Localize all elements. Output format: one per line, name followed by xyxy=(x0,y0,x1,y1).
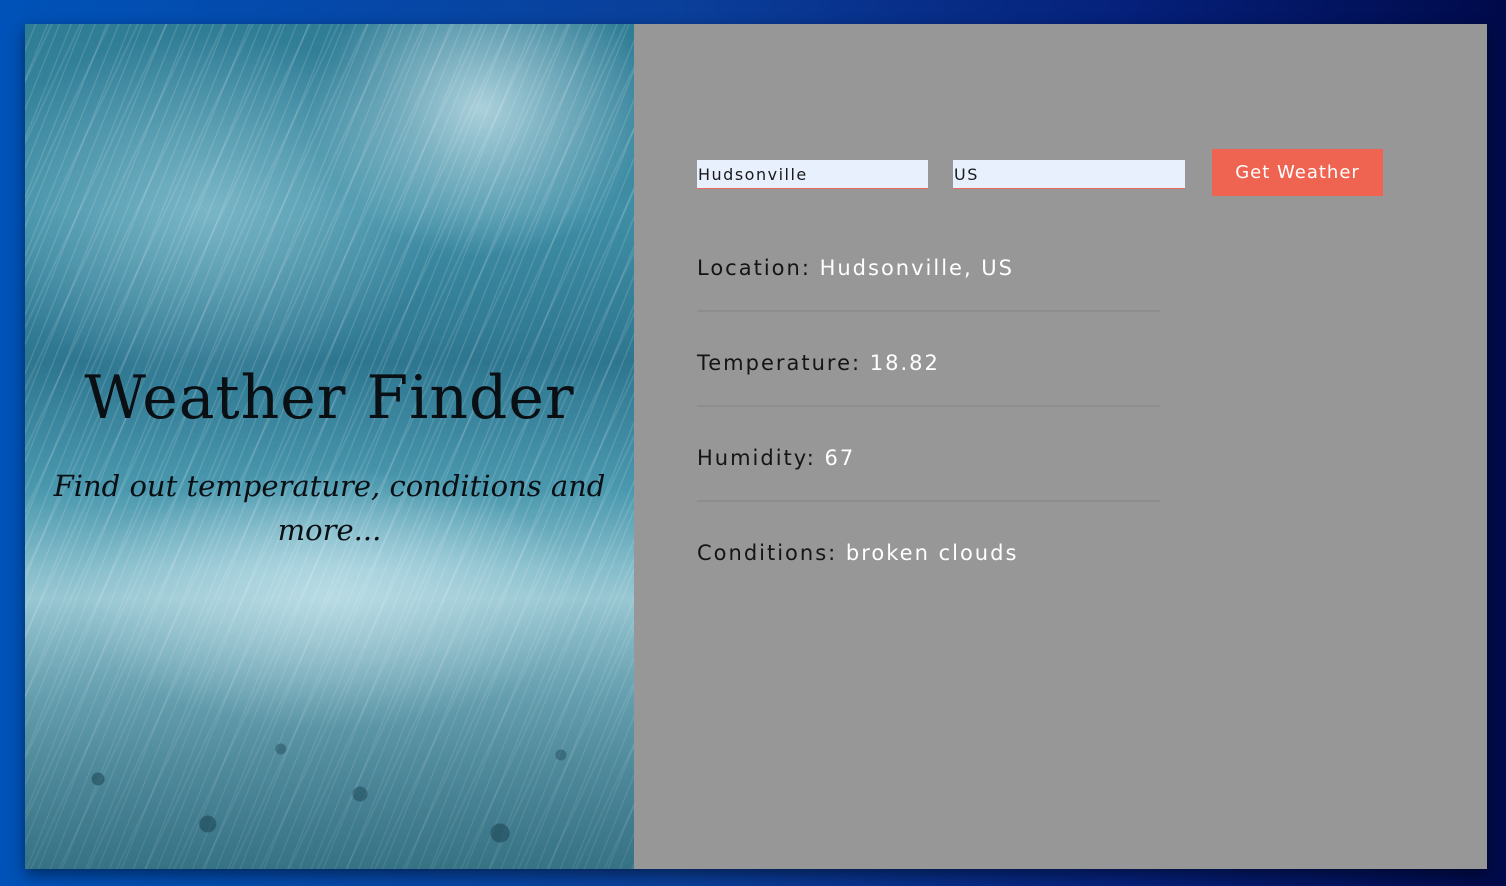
rain-ground-image xyxy=(25,569,634,869)
humidity-value: 67 xyxy=(824,446,856,470)
location-value: Hudsonville, US xyxy=(819,256,1015,280)
app-subtitle: Find out temperature, conditions and mor… xyxy=(53,469,606,547)
hero-panel: Weather Finder Find out temperature, con… xyxy=(25,24,634,869)
get-weather-button[interactable]: Get Weather xyxy=(1212,149,1383,196)
humidity-label: Humidity: xyxy=(697,446,825,470)
hero-text: Weather Finder Find out temperature, con… xyxy=(25,362,634,552)
weather-panel: Get Weather Location: Hudsonville, US Te… xyxy=(634,24,1487,869)
conditions-value: broken clouds xyxy=(845,541,1019,565)
temperature-row: Temperature: 18.82 xyxy=(697,341,1160,407)
location-row: Location: Hudsonville, US xyxy=(697,246,1160,312)
conditions-row: Conditions: broken clouds xyxy=(697,531,1160,595)
conditions-label: Conditions: xyxy=(697,541,846,565)
country-input[interactable] xyxy=(953,160,1185,189)
weather-app-card: Weather Finder Find out temperature, con… xyxy=(25,24,1487,869)
location-label: Location: xyxy=(697,256,820,280)
city-input[interactable] xyxy=(697,160,928,189)
humidity-row: Humidity: 67 xyxy=(697,436,1160,502)
app-title: Weather Finder xyxy=(84,363,575,433)
weather-form: Get Weather xyxy=(697,149,1397,197)
temperature-label: Temperature: xyxy=(697,351,870,375)
temperature-value: 18.82 xyxy=(869,351,940,375)
weather-results: Location: Hudsonville, US Temperature: 1… xyxy=(697,246,1160,624)
